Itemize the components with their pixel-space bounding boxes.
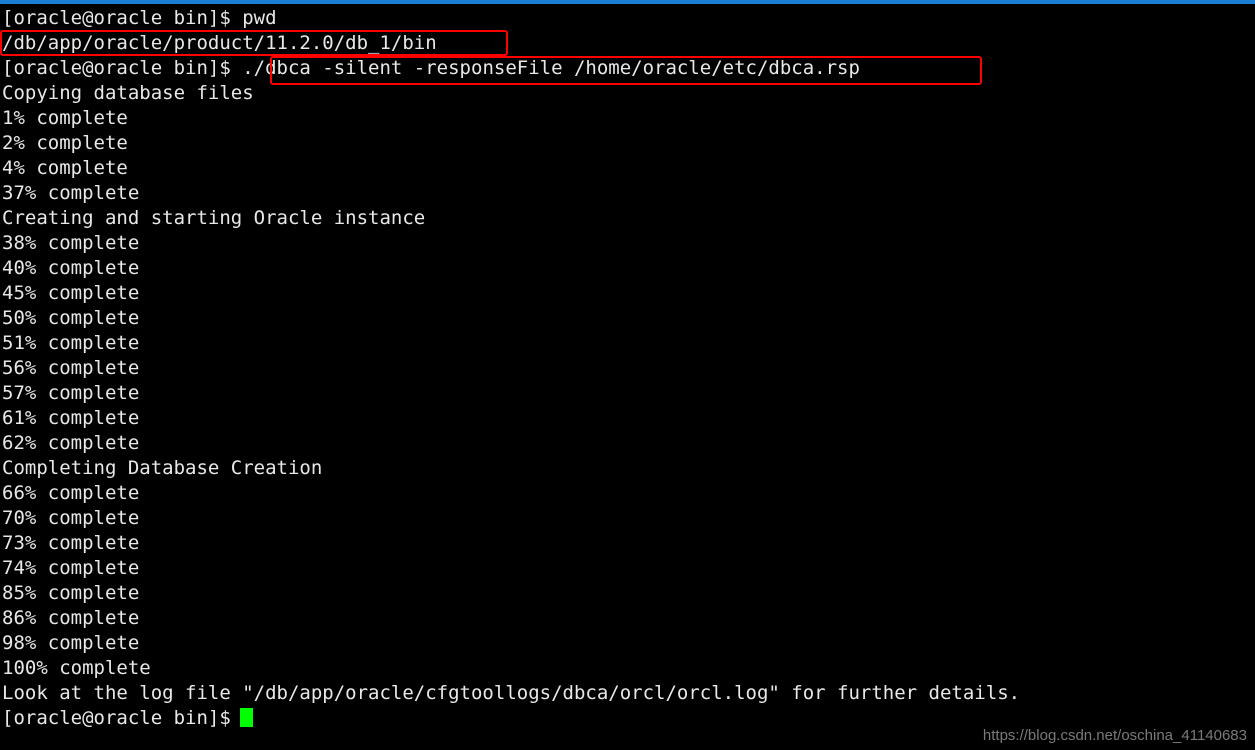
terminal-line: Look at the log file "/db/app/oracle/cfg… — [2, 681, 1255, 706]
terminal-line: 37% complete — [2, 181, 1255, 206]
terminal-line: 85% complete — [2, 581, 1255, 606]
command-output-text: Copying database files — [2, 82, 254, 104]
shell-prompt: [oracle@oracle bin]$ — [2, 57, 231, 79]
terminal-line: Creating and starting Oracle instance — [2, 206, 1255, 231]
command-output-text: /db/app/oracle/product/11.2.0/db_1/bin — [2, 32, 437, 54]
command-output-text: 66% complete — [2, 482, 140, 504]
terminal-line: 45% complete — [2, 281, 1255, 306]
terminal-line: 57% complete — [2, 381, 1255, 406]
command-output-text: 38% complete — [2, 232, 140, 254]
terminal-output-area[interactable]: [oracle@oracle bin]$ pwd/db/app/oracle/p… — [0, 4, 1255, 731]
command-output-text: 40% complete — [2, 257, 140, 279]
command-output-text: 74% complete — [2, 557, 140, 579]
terminal-line: 56% complete — [2, 356, 1255, 381]
command-output-text: 86% complete — [2, 607, 140, 629]
command-output-text: 100% complete — [2, 657, 151, 679]
terminal-line: 61% complete — [2, 406, 1255, 431]
terminal-line: 2% complete — [2, 131, 1255, 156]
command-output-text: 62% complete — [2, 432, 140, 454]
terminal-line: 100% complete — [2, 656, 1255, 681]
terminal-line: 51% complete — [2, 331, 1255, 356]
command-output-text: 56% complete — [2, 357, 140, 379]
command-output-text: 4% complete — [2, 157, 128, 179]
command-output-text: 85% complete — [2, 582, 140, 604]
command-output-text: 51% complete — [2, 332, 140, 354]
terminal-line: 62% complete — [2, 431, 1255, 456]
terminal-line: Completing Database Creation — [2, 456, 1255, 481]
shell-prompt: [oracle@oracle bin]$ — [2, 7, 231, 29]
text-cursor[interactable] — [239, 708, 253, 727]
command-output-text: 37% complete — [2, 182, 140, 204]
terminal-line: /db/app/oracle/product/11.2.0/db_1/bin — [2, 31, 1255, 56]
terminal-line: Copying database files — [2, 81, 1255, 106]
terminal-line: 4% complete — [2, 156, 1255, 181]
command-output-text: 98% complete — [2, 632, 140, 654]
shell-command: ./dbca -silent -responseFile /home/oracl… — [230, 57, 860, 79]
shell-prompt: [oracle@oracle bin]$ — [2, 707, 231, 729]
terminal-line: 86% complete — [2, 606, 1255, 631]
terminal-line: 38% complete — [2, 231, 1255, 256]
command-output-text: 1% complete — [2, 107, 128, 129]
command-output-text: Look at the log file "/db/app/oracle/cfg… — [2, 682, 1021, 704]
command-output-text: 70% complete — [2, 507, 140, 529]
terminal-window[interactable]: [oracle@oracle bin]$ pwd/db/app/oracle/p… — [0, 0, 1255, 750]
terminal-line: 66% complete — [2, 481, 1255, 506]
watermark-text: https://blog.csdn.net/oschina_41140683 — [982, 727, 1247, 744]
shell-command: pwd — [230, 7, 277, 29]
terminal-line: 70% complete — [2, 506, 1255, 531]
command-output-text: Creating and starting Oracle instance — [2, 207, 426, 229]
command-output-text: 50% complete — [2, 307, 140, 329]
command-output-text: 73% complete — [2, 532, 140, 554]
terminal-line: [oracle@oracle bin]$ ./dbca -silent -res… — [2, 56, 1255, 81]
command-output-text: 57% complete — [2, 382, 140, 404]
terminal-line: [oracle@oracle bin]$ pwd — [2, 6, 1255, 31]
terminal-line: 73% complete — [2, 531, 1255, 556]
terminal-line: 40% complete — [2, 256, 1255, 281]
terminal-line: 50% complete — [2, 306, 1255, 331]
terminal-line: 74% complete — [2, 556, 1255, 581]
command-output-text: 2% complete — [2, 132, 128, 154]
terminal-line: 1% complete — [2, 106, 1255, 131]
terminal-line: 98% complete — [2, 631, 1255, 656]
command-output-text: 61% complete — [2, 407, 140, 429]
command-output-text: 45% complete — [2, 282, 140, 304]
command-output-text: Completing Database Creation — [2, 457, 323, 479]
